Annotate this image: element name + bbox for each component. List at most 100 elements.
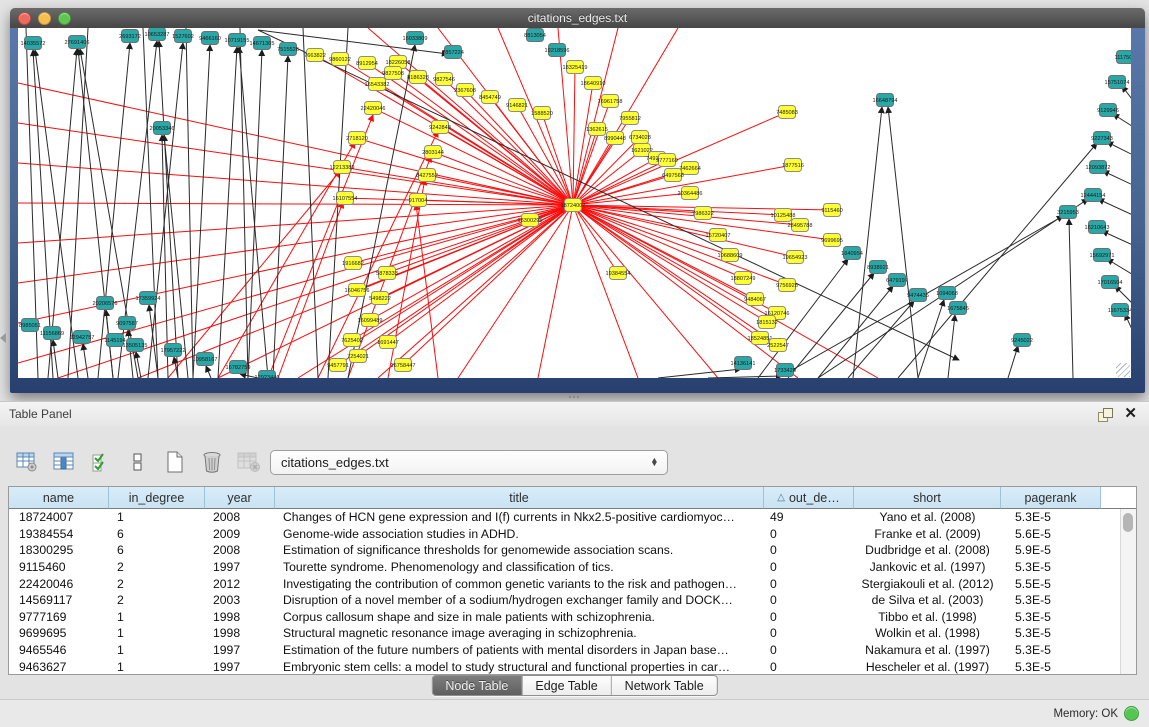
column-header-out_degree[interactable]: △out_de… (764, 487, 854, 509)
graph-node[interactable]: 16046756 (345, 284, 370, 297)
graph-node[interactable]: 8454749 (479, 91, 501, 104)
graph-node[interactable]: 8938921 (867, 261, 889, 274)
graph-node[interactable]: 6734028 (629, 131, 651, 144)
graph-node[interactable]: 8990448 (604, 132, 626, 145)
graph-node[interactable]: 9115460 (821, 204, 842, 217)
graph-node[interactable]: 18325419 (563, 61, 588, 74)
graph-node[interactable]: 9242848 (429, 121, 451, 134)
table-selector-dropdown[interactable]: citations_edges.txt ▲▼ (270, 450, 668, 475)
minimize-window-button[interactable] (38, 12, 51, 25)
table-mode-icon[interactable] (14, 449, 40, 475)
graph-node[interactable]: 12213389 (330, 161, 355, 174)
graph-node[interactable]: 8985051 (19, 319, 41, 332)
splitter-handle-icon[interactable] (568, 395, 580, 400)
new-document-icon[interactable] (162, 449, 188, 475)
graph-node[interactable]: 10958167 (193, 353, 218, 366)
graph-node[interactable]: 7986322 (692, 207, 714, 220)
column-header-year[interactable]: year (205, 487, 275, 509)
graph-node[interactable]: 12444154 (1081, 189, 1106, 202)
graph-node[interactable]: 2718120 (346, 132, 368, 145)
graph-node[interactable]: 18300295 (518, 214, 543, 227)
memory-status-indicator[interactable] (1124, 706, 1139, 721)
column-header-title[interactable]: title (275, 487, 764, 509)
table-row[interactable]: 969969511998Structural magnetic resonanc… (9, 625, 1136, 642)
graph-node[interactable]: 1527602 (172, 30, 194, 43)
table-row[interactable]: 946554611997Estimation of the future num… (9, 642, 1136, 659)
graph-node[interactable]: 7254021 (347, 350, 369, 363)
graph-node[interactable]: 8912954 (356, 57, 378, 70)
table-scrollbar-thumb[interactable] (1123, 513, 1133, 532)
graph-node[interactable]: 9827546 (433, 73, 455, 86)
graph-node[interactable]: 1691447 (377, 336, 399, 349)
graph-node[interactable]: 9827508 (382, 67, 404, 80)
graph-node[interactable]: 917004 (409, 194, 428, 207)
graph-node[interactable]: 18640910 (581, 77, 606, 90)
close-window-button[interactable] (18, 12, 31, 25)
graph-node[interactable]: 9245022 (1011, 334, 1033, 347)
network-canvas[interactable]: 1403557227691406269317210653287152760294… (18, 28, 1131, 378)
delete-table-icon[interactable] (236, 449, 262, 475)
float-panel-icon[interactable] (1098, 408, 1112, 421)
graph-node[interactable]: 16782759 (226, 361, 251, 374)
graph-node[interactable]: 16107554 (333, 192, 358, 205)
graph-node[interactable]: 12923446 (255, 371, 280, 379)
graph-node[interactable]: 1733426 (774, 364, 796, 377)
window-resize-grip[interactable] (1116, 363, 1130, 377)
graph-node[interactable]: 7663822 (304, 49, 326, 62)
tab-network-table[interactable]: Network Table (612, 676, 717, 695)
graph-node[interactable]: 11675334 (1108, 304, 1131, 317)
graph-node[interactable]: 22420046 (361, 102, 386, 115)
graph-node[interactable]: 15751074 (1105, 76, 1130, 89)
trash-icon[interactable] (199, 449, 225, 475)
graph-node[interactable]: 9756928 (776, 279, 798, 292)
graph-node[interactable]: 1877516 (782, 159, 804, 172)
graph-node[interactable]: 8186328 (407, 71, 429, 84)
table-row[interactable]: 977716911998Corpus callosum shape and si… (9, 609, 1136, 626)
graph-node[interactable]: 9777169 (656, 154, 678, 167)
row-checks-icon[interactable] (88, 449, 114, 475)
table-scrollbar[interactable] (1120, 509, 1136, 674)
graph-node[interactable]: 12942757 (70, 331, 95, 344)
graph-node[interactable]: 16758447 (391, 359, 416, 372)
graph-node[interactable]: 11156869 (40, 327, 64, 340)
graph-node[interactable]: 14035572 (21, 37, 46, 50)
table-row[interactable]: 1938455462009Genome-wide association stu… (9, 526, 1136, 543)
graph-node[interactable]: 8427552 (416, 169, 438, 182)
graph-node[interactable]: 15692971 (1090, 249, 1115, 262)
graph-node[interactable]: 1588520 (531, 107, 553, 120)
table-row[interactable]: 1872400712008Changes of HCN gene express… (9, 509, 1136, 526)
graph-node[interactable]: 16210643 (1085, 221, 1110, 234)
graph-node[interactable]: 1117509 (1115, 51, 1131, 64)
graph-node[interactable]: 9457791 (327, 359, 349, 372)
graph-node[interactable]: 15720407 (706, 229, 731, 242)
graph-node[interactable]: 17957222 (161, 344, 186, 357)
graph-node[interactable]: 10688609 (718, 249, 743, 262)
graph-node[interactable]: 1916682 (342, 257, 364, 270)
column-header-name[interactable]: name (9, 487, 109, 509)
graph-node[interactable]: 10719155 (225, 34, 250, 47)
graph-node[interactable]: 9474435 (907, 289, 929, 302)
graph-node[interactable]: 9699695 (821, 234, 843, 247)
graph-node[interactable]: 9484067 (744, 293, 766, 306)
table-row[interactable]: 946362711997Embryonic stem cells: a mode… (9, 658, 1136, 675)
tab-edge-table[interactable]: Edge Table (522, 676, 611, 695)
graph-node[interactable]: 20053346 (150, 122, 175, 135)
graph-node[interactable]: 9129946 (1097, 104, 1119, 117)
graph-node[interactable]: 2803144 (422, 146, 444, 159)
table-row[interactable]: 911546021997Tourette syndrome. Phenomeno… (9, 559, 1136, 576)
graph-node[interactable]: 5878333 (376, 267, 398, 280)
graph-node[interactable]: 1640954 (841, 247, 863, 260)
graph-node[interactable]: 1815132 (756, 316, 778, 329)
column-header-short[interactable]: short (854, 487, 1001, 509)
table-row[interactable]: 1830029562008Estimation of significance … (9, 542, 1136, 559)
graph-node[interactable]: 9227343 (1091, 132, 1113, 145)
graph-node[interactable]: 1362615 (586, 123, 608, 136)
graph-node[interactable]: 9860122 (329, 53, 351, 66)
graph-node[interactable]: 14671365 (250, 37, 275, 50)
tab-node-table[interactable]: Node Table (432, 676, 522, 695)
close-panel-icon[interactable]: ✕ (1124, 407, 1137, 421)
graph-node[interactable]: 7857224 (442, 46, 464, 59)
graph-node[interactable]: 17359924 (136, 292, 161, 305)
column-header-pagerank[interactable]: pagerank (1001, 487, 1101, 509)
graph-node[interactable]: 14136141 (731, 357, 756, 370)
